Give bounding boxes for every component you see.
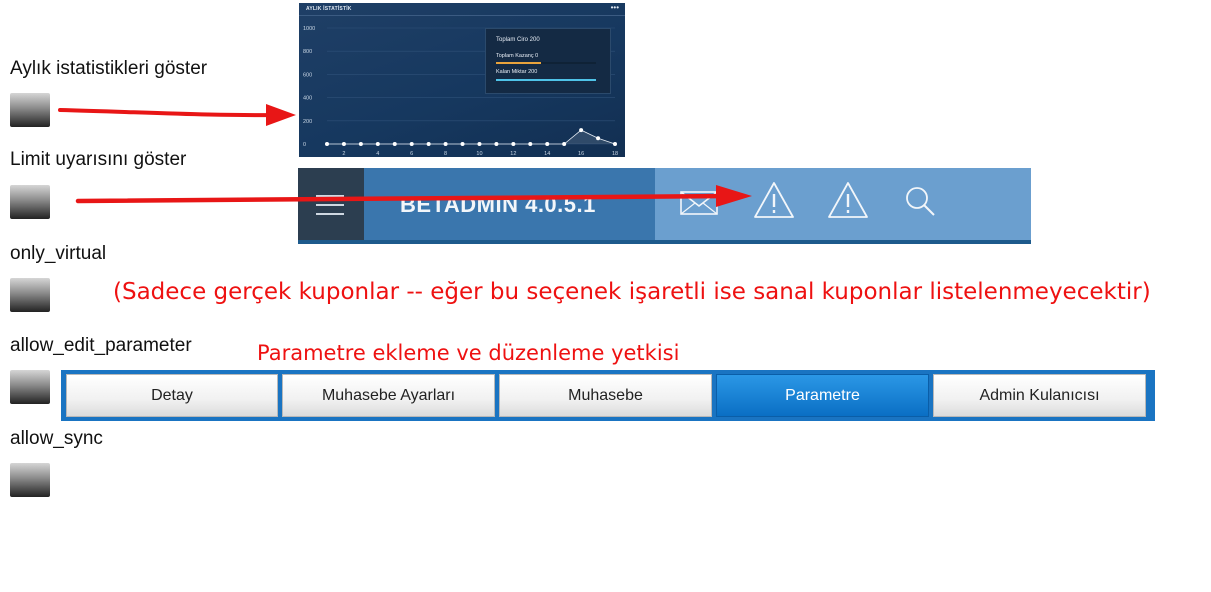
brand-title: BETADMIN 4.0.5.1 (400, 192, 596, 217)
data-point (579, 128, 584, 133)
data-point (545, 142, 550, 146)
tooltip-miktar: Kalan Miktar 200 (496, 69, 538, 75)
setting-label-limit-warning: Limit uyarısını göster (10, 149, 187, 170)
data-point (460, 142, 465, 146)
data-point (325, 142, 329, 146)
tooltip-ciro: Toplam Ciro 200 (496, 37, 540, 43)
menu-icon (316, 195, 344, 215)
tooltip-kazanc: Toplam Kazanç 0 (496, 53, 539, 59)
data-point (596, 136, 601, 141)
x-tick-label: 2 (342, 151, 345, 157)
tab-muhasebe-ayarlari[interactable]: Muhasebe Ayarları (282, 374, 495, 417)
x-tick-label: 14 (544, 151, 550, 157)
checkbox-limit-warning[interactable] (10, 185, 50, 219)
x-tick-label: 8 (444, 151, 447, 157)
x-tick-label: 6 (410, 151, 413, 157)
setting-label-allow-edit-parameter: allow_edit_parameter (10, 335, 192, 356)
header-actions (655, 168, 1031, 244)
header-underline (298, 240, 1031, 244)
x-tick-label: 4 (376, 151, 379, 157)
checkbox-only-virtual[interactable] (10, 278, 50, 312)
data-point (613, 142, 617, 146)
warning-icon[interactable] (828, 182, 868, 218)
arrow-to-stats-panel (58, 104, 296, 126)
data-point (426, 142, 431, 146)
monthly-stats-panel: AYLIK İSTATİSTİK ••• 0 200 400 600 800 1000 2 4… (299, 3, 625, 157)
note-allow-edit-parameter: Parametre ekleme ve düzenleme yetkisi (257, 341, 680, 365)
app-header: BETADMIN 4.0.5.1 (298, 168, 1031, 244)
tab-admin-kullanicisi[interactable]: Admin Kulanıcısı (933, 374, 1146, 417)
warning-icon[interactable] (754, 182, 794, 218)
y-tick-label: 1000 (303, 26, 315, 32)
x-tick-label: 12 (510, 151, 516, 157)
y-tick-label: 600 (303, 72, 312, 78)
y-tick-label: 400 (303, 96, 312, 102)
series-area (564, 130, 615, 144)
chart-tooltip: Toplam Ciro 200 Toplam Kazanç 0 Kalan Mi… (485, 28, 611, 94)
setting-label-allow-sync: allow_sync (10, 428, 103, 449)
setting-label-only-virtual: only_virtual (10, 243, 107, 264)
data-point (511, 142, 516, 146)
tab-bar: Detay Muhasebe Ayarları Muhasebe Paramet… (61, 370, 1155, 421)
search-icon[interactable] (906, 187, 935, 216)
data-point (494, 142, 499, 146)
x-tick-label: 18 (612, 151, 618, 157)
tab-detay[interactable]: Detay (66, 374, 278, 417)
data-point (358, 142, 363, 146)
tab-parametre[interactable]: Parametre (716, 374, 929, 417)
mail-icon[interactable] (680, 191, 718, 215)
note-only-virtual: (Sadece gerçek kuponlar -- eğer bu seçen… (113, 279, 1151, 305)
data-point (341, 142, 346, 146)
data-point (409, 142, 414, 146)
brand-area: BETADMIN 4.0.5.1 (364, 168, 655, 244)
data-point (528, 142, 533, 146)
tab-muhasebe[interactable]: Muhasebe (499, 374, 712, 417)
setting-label-monthly-stats: Aylık istatistikleri göster (10, 58, 208, 79)
y-tick-label: 0 (303, 142, 306, 148)
data-point (392, 142, 397, 146)
y-tick-label: 200 (303, 119, 312, 125)
data-point (443, 142, 448, 146)
tooltip-kazanc-bar (496, 62, 541, 64)
x-tick-label: 16 (578, 151, 584, 157)
checkbox-allow-sync[interactable] (10, 463, 50, 497)
data-point (375, 142, 380, 146)
tooltip-miktar-bar (496, 79, 596, 81)
data-point (477, 142, 482, 146)
tooltip-kazanc-track (541, 62, 596, 64)
checkbox-allow-edit-parameter[interactable] (10, 370, 50, 404)
y-tick-label: 800 (303, 49, 312, 55)
menu-button[interactable] (298, 168, 364, 244)
data-point (562, 142, 567, 146)
checkbox-monthly-stats[interactable] (10, 93, 50, 127)
x-tick-label: 10 (476, 151, 482, 157)
